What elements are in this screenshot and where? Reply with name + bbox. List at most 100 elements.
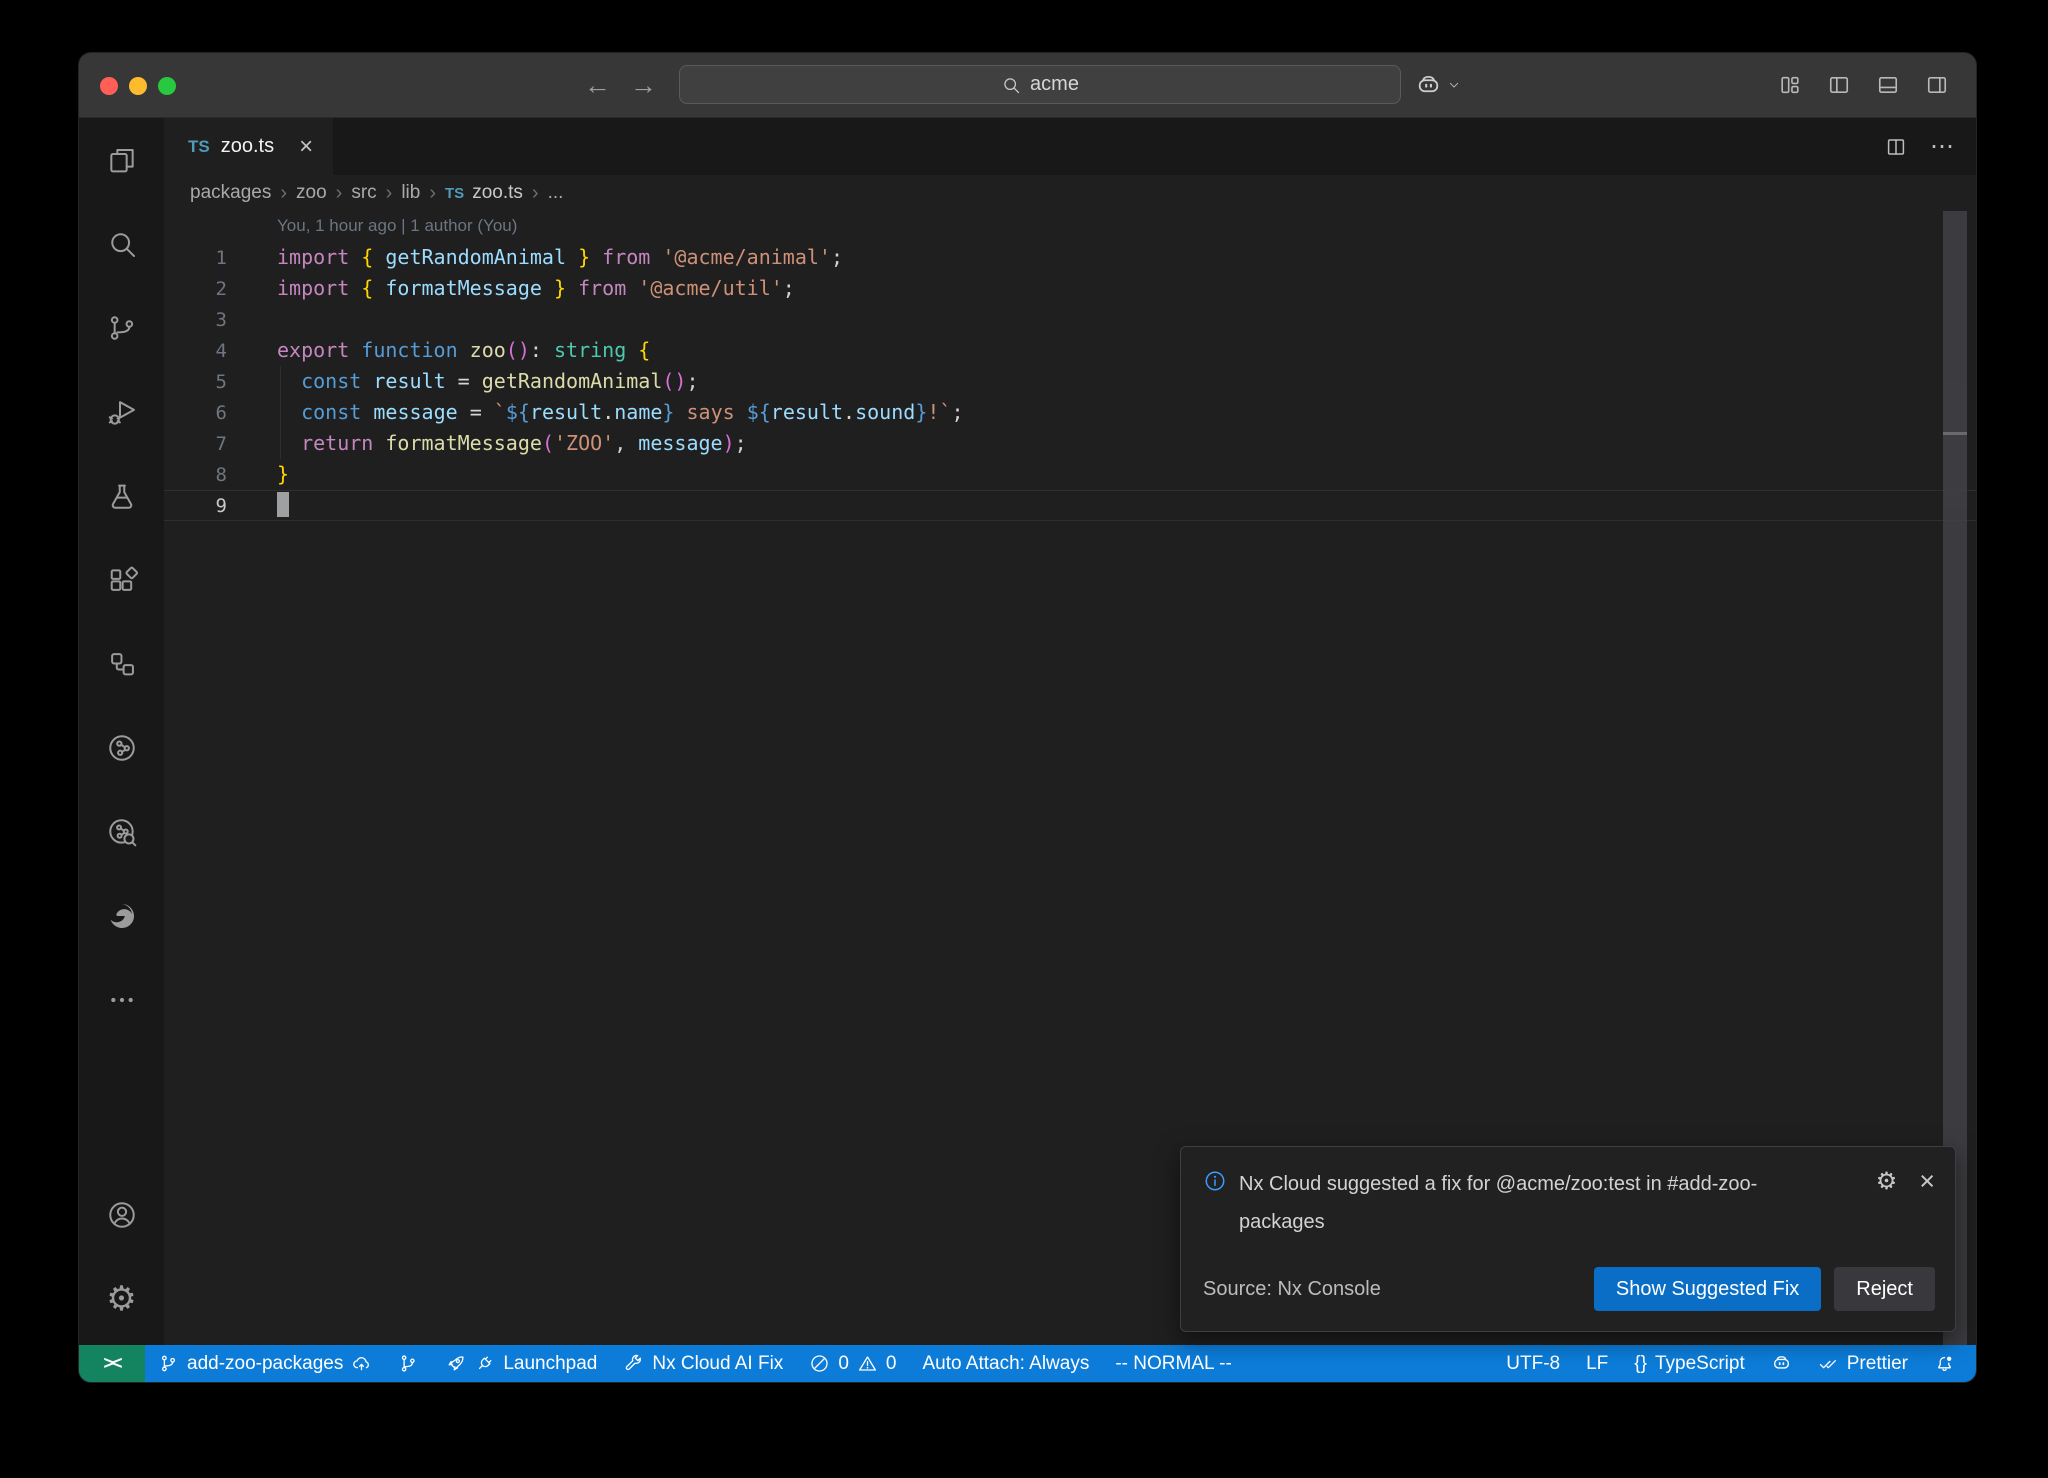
debug-icon — [106, 396, 138, 428]
activity-item-nx-cloud[interactable] — [79, 790, 164, 874]
activity-item-extensions[interactable] — [79, 538, 164, 622]
status-bar: >< add-zoo-packages Launchpad Nx Cloud AI F… — [79, 1345, 1976, 1382]
activity-item-project-structure[interactable] — [79, 622, 164, 706]
copilot-icon — [1771, 1353, 1792, 1374]
line-number: 7 — [164, 429, 254, 460]
line-number: 2 — [164, 274, 254, 305]
code-line-3[interactable]: 3 — [164, 304, 1976, 335]
titlebar: ← → acme — [79, 53, 1976, 118]
status-encoding[interactable]: UTF-8 — [1493, 1345, 1573, 1382]
code-line-5[interactable]: 5 const result = getRandomAnimal(); — [164, 366, 1976, 397]
status-language-mode[interactable]: {}TypeScript — [1621, 1345, 1757, 1382]
activity-item-explorer[interactable] — [79, 118, 164, 202]
code-line-4[interactable]: 4export function zoo(): string { — [164, 335, 1976, 366]
activity-item-testing[interactable] — [79, 454, 164, 538]
more-actions-icon[interactable]: ⋯ — [1930, 132, 1956, 161]
status-notifications[interactable] — [1921, 1345, 1968, 1382]
command-center-search[interactable]: acme — [679, 65, 1401, 104]
status-remote-indicator-label: >< — [103, 1353, 120, 1374]
status-git-branch[interactable]: add-zoo-packages — [145, 1345, 385, 1382]
status-nx-cloud-ai-fix-label: Nx Cloud AI Fix — [652, 1353, 783, 1375]
code-line-7[interactable]: 7 return formatMessage('ZOO', message); — [164, 428, 1976, 459]
status-eol[interactable]: LF — [1573, 1345, 1621, 1382]
toggle-panel-icon[interactable] — [1875, 72, 1901, 98]
code-text: import { getRandomAnimal } from '@acme/a… — [277, 242, 843, 273]
search-icon — [106, 228, 138, 260]
status-nx-cloud-ai-fix[interactable]: Nx Cloud AI Fix — [610, 1345, 796, 1382]
navigate-forward-icon[interactable]: → — [630, 53, 657, 117]
edge-icon — [106, 900, 138, 932]
activity-item-additional-views[interactable] — [79, 958, 164, 1042]
status-git-branch-label: add-zoo-packages — [187, 1353, 343, 1375]
status-launchpad[interactable]: Launchpad — [432, 1345, 610, 1382]
notification-settings-icon[interactable]: ⚙ — [1876, 1167, 1898, 1196]
graph-icon — [398, 1353, 419, 1374]
code-line-8[interactable]: 8} — [164, 459, 1976, 490]
notification-message: Nx Cloud suggested a fix for @acme/zoo:t… — [1239, 1165, 1827, 1241]
minimize-window-button[interactable] — [129, 77, 147, 95]
breadcrumb-item-zoo[interactable]: zoo — [296, 182, 327, 204]
status-auto-attach-label: Auto Attach: Always — [922, 1353, 1089, 1375]
breadcrumb-separator: › — [336, 182, 343, 205]
double-check-icon — [1818, 1353, 1839, 1374]
branch-icon — [158, 1353, 179, 1374]
traffic-lights — [100, 77, 176, 95]
breadcrumb-item-packages[interactable]: packages — [190, 182, 271, 204]
activity-item-accounts[interactable] — [79, 1173, 164, 1257]
code-line-9[interactable]: 9 — [164, 490, 1976, 521]
status-git-graph[interactable] — [385, 1345, 432, 1382]
status-vim-mode[interactable]: -- NORMAL -- — [1102, 1345, 1244, 1382]
reject-button[interactable]: Reject — [1834, 1267, 1935, 1311]
activity-item-search[interactable] — [79, 202, 164, 286]
code-text: return formatMessage('ZOO', message); — [277, 428, 747, 459]
status-eol-label: LF — [1586, 1353, 1608, 1375]
code-line-2[interactable]: 2 import { formatMessage } from '@acme/ut… — [164, 273, 1976, 304]
code-text: import { formatMessage } from '@acme/uti… — [277, 273, 795, 304]
close-window-button[interactable] — [100, 77, 118, 95]
breadcrumb-more[interactable]: ... — [548, 182, 564, 204]
customize-layout-icon[interactable] — [1777, 72, 1803, 98]
status-problems-label: 0 — [838, 1353, 849, 1375]
zoom-window-button[interactable] — [158, 77, 176, 95]
copilot-menu-button[interactable] — [1415, 53, 1462, 117]
rocket-icon — [445, 1353, 466, 1374]
activity-item-settings[interactable]: ⚙ — [79, 1257, 164, 1341]
breadcrumb-item-src[interactable]: src — [351, 182, 376, 204]
breadcrumb-separator: › — [532, 182, 539, 205]
breadcrumb-item-lib[interactable]: lib — [401, 182, 420, 204]
editor-actions: ⋯ — [1884, 118, 1976, 175]
activity-item-edge-tools[interactable] — [79, 874, 164, 958]
vscode-window: ← → acme ⚙ TS zoo.ts × — [79, 53, 1976, 1382]
status-remote-indicator[interactable]: >< — [79, 1345, 145, 1382]
search-icon — [1001, 75, 1021, 95]
activity-item-nx-console[interactable] — [79, 706, 164, 790]
account-icon — [106, 1199, 138, 1231]
status-problems[interactable]: 00 — [796, 1345, 909, 1382]
breadcrumb-separator: › — [280, 182, 287, 205]
navigate-back-icon[interactable]: ← — [584, 53, 611, 117]
inline-blame-annotation: You, 1 hour ago | 1 author (You) — [277, 211, 1976, 242]
activity-item-source-control[interactable] — [79, 286, 164, 370]
code-line-6[interactable]: 6 const message = `${result.name} says $… — [164, 397, 1976, 428]
status-vim-mode-label: -- NORMAL -- — [1115, 1353, 1231, 1375]
close-tab-icon[interactable]: × — [299, 135, 313, 159]
status-auto-attach[interactable]: Auto Attach: Always — [909, 1345, 1102, 1382]
breadcrumb-file-label: zoo.ts — [472, 182, 523, 204]
code-text: export function zoo(): string { — [277, 335, 650, 366]
activity-item-run-and-debug[interactable] — [79, 370, 164, 454]
plug-icon — [474, 1353, 495, 1374]
tab-zoo-ts[interactable]: TS zoo.ts × — [164, 118, 333, 175]
toggle-primary-sidebar-icon[interactable] — [1826, 72, 1852, 98]
split-editor-icon[interactable] — [1884, 135, 1908, 159]
status-language-mode-label: TypeScript — [1655, 1353, 1745, 1375]
show-suggested-fix-button[interactable]: Show Suggested Fix — [1594, 1267, 1821, 1311]
toggle-secondary-sidebar-icon[interactable] — [1924, 72, 1950, 98]
notification-toast: Nx Cloud suggested a fix for @acme/zoo:t… — [1180, 1146, 1956, 1332]
notification-close-icon[interactable]: × — [1919, 1168, 1935, 1195]
breadcrumb-file[interactable]: TSzoo.ts — [445, 182, 523, 204]
status-copilot[interactable] — [1758, 1345, 1805, 1382]
error-icon — [809, 1353, 830, 1374]
status-prettier[interactable]: Prettier — [1805, 1345, 1921, 1382]
code-line-1[interactable]: 1import { getRandomAnimal } from '@acme/… — [164, 242, 1976, 273]
status-prettier-label: Prettier — [1847, 1353, 1908, 1375]
